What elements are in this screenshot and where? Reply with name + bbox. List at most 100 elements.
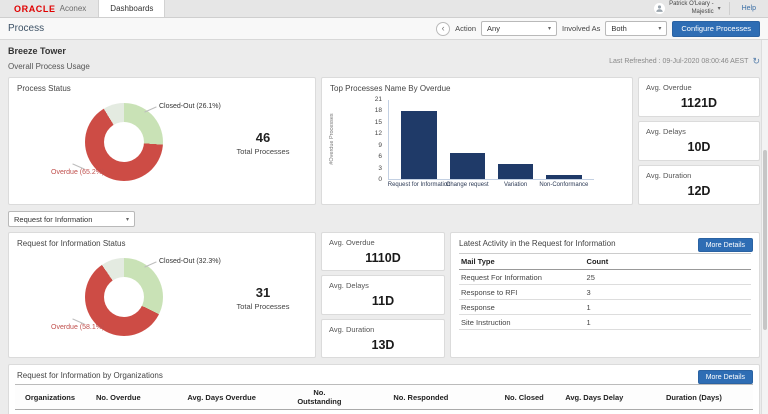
- chevron-down-icon: ▾: [717, 6, 721, 12]
- y-axis-tick: 21: [374, 96, 382, 103]
- y-axis-tick: 9: [378, 141, 382, 149]
- activity-row: Response 1: [459, 299, 751, 315]
- donut-hole: [104, 277, 144, 317]
- org-cell: 0: [347, 409, 495, 414]
- y-axis-label: #Overdue Processes: [329, 113, 335, 165]
- activity-cell: 1: [584, 314, 751, 330]
- overall-kpi-stack: Avg. Overdue 1121D Avg. Delays 10D Avg. Dura…: [638, 77, 760, 205]
- refresh-icon[interactable]: ↻: [752, 56, 760, 67]
- rfi-row: Request for Information Status Closed-Ou…: [8, 232, 760, 358]
- overdue-slice-label: Overdue (58.1%): [51, 324, 105, 331]
- activity-row: Response to RFI 3: [459, 284, 751, 300]
- org-column-header: Organizations: [15, 384, 86, 410]
- aconex-wordmark: Aconex: [59, 4, 87, 13]
- activity-column-header: Count: [584, 253, 751, 270]
- toolbar-controls: ‹ Action Any ▾ Involved As Both ▾ Config…: [436, 20, 760, 37]
- total-label: Total Processes: [236, 302, 290, 311]
- project-name: Breeze Tower: [8, 46, 66, 56]
- org-column-header: No. Overdue: [85, 384, 152, 410]
- kpi-value: 1121D: [680, 96, 718, 110]
- card-title: Request for Information Status: [17, 239, 126, 248]
- y-axis-tick: 12: [374, 130, 382, 138]
- activity-cell: Site Instruction: [459, 314, 585, 330]
- top-header: ORACLE Aconex Dashboards Patrick O'Leary…: [0, 0, 768, 18]
- context-row: Breeze Tower Overall Process Usage Last …: [8, 46, 760, 71]
- org-column-header: No. Outstanding: [291, 384, 348, 410]
- latest-activity-table: Mail Type Count Request For Information 25…: [459, 253, 751, 330]
- bar[interactable]: [546, 175, 582, 179]
- kpi-value: 13D: [371, 337, 395, 352]
- y-axis-ticks: 0 3 6 9 12 15 18 21: [368, 96, 386, 183]
- total-value: 46: [255, 130, 271, 145]
- bar-chart[interactable]: Request for Information Change request Var…: [388, 100, 594, 188]
- org-cell: Apex: [15, 409, 86, 414]
- user-menu[interactable]: Patrick O'Leary - Majestic ▾: [646, 0, 729, 17]
- action-selected-value: Any: [487, 24, 500, 33]
- bar[interactable]: [449, 152, 486, 179]
- total-label: Total Processes: [236, 147, 290, 156]
- oracle-wordmark: ORACLE: [14, 3, 56, 14]
- user-avatar-icon: [654, 3, 666, 14]
- overdue-slice-label: Overdue (65.2%): [51, 169, 105, 176]
- chevron-down-icon: ▾: [658, 26, 662, 32]
- process-type-select[interactable]: Request for Information ▾: [8, 211, 135, 227]
- bar[interactable]: [401, 111, 437, 179]
- card-title: Top Processes Name By Overdue: [330, 84, 451, 93]
- bar-column[interactable]: Non-Conformance: [539, 100, 588, 188]
- activity-row: Site Instruction 1: [459, 314, 751, 330]
- vertical-scrollbar[interactable]: [761, 40, 768, 414]
- kpi-card: Avg. Duration 12D: [638, 165, 760, 205]
- page-toolbar: Process ‹ Action Any ▾ Involved As Both …: [0, 18, 768, 40]
- org-cell: 0: [291, 409, 348, 414]
- activity-cell: 3: [584, 284, 751, 300]
- process-status-card: Process Status Closed-Out (26.1%) Overdu…: [8, 77, 316, 205]
- rfi-by-organizations-card: Request for Information by Organizations…: [8, 364, 760, 414]
- org-column-header: Avg. Days Overdue: [151, 384, 292, 410]
- bar-column[interactable]: Variation: [494, 100, 536, 188]
- kpi-label: Avg. Delays: [646, 127, 686, 136]
- bar-category-label: Change request: [446, 182, 489, 188]
- page-title: Process: [8, 23, 45, 34]
- kpi-label: Avg. Overdue: [646, 83, 692, 92]
- bar-column[interactable]: Change request: [446, 100, 489, 188]
- scrollbar-thumb[interactable]: [763, 150, 767, 330]
- activity-cell: Response to RFI: [459, 284, 585, 300]
- bar-category-label: Variation: [503, 182, 528, 188]
- tab-dashboards[interactable]: Dashboards: [98, 0, 166, 17]
- label-leader-line: [144, 261, 157, 268]
- org-column-header: Duration (Days): [634, 384, 753, 410]
- bar[interactable]: [497, 163, 534, 179]
- donut-hole: [104, 122, 144, 162]
- kpi-label: Avg. Overdue: [329, 238, 375, 247]
- org-cell: 78: [553, 409, 635, 414]
- activity-header-row: Mail Type Count: [459, 253, 751, 270]
- involved-as-selected-value: Both: [611, 24, 627, 33]
- involved-as-select[interactable]: Both ▾: [605, 21, 668, 36]
- dashboard-content: Breeze Tower Overall Process Usage Last …: [0, 40, 768, 414]
- more-details-button[interactable]: More Details: [697, 370, 753, 384]
- y-axis-tick: 3: [378, 164, 382, 172]
- bar-chart-plot: 0 3 6 9 12 15 18 21 Request for Information Chan…: [375, 96, 594, 188]
- process-type-selector-row: Request for Information ▾: [8, 211, 760, 227]
- configure-processes-button[interactable]: Configure Processes: [672, 20, 760, 37]
- kpi-value: 11D: [371, 294, 395, 309]
- bar-column[interactable]: Request for Information: [388, 100, 450, 188]
- dashboard-subtitle: Overall Process Usage: [8, 62, 90, 71]
- kpi-value: 1110D: [365, 251, 401, 265]
- more-details-button[interactable]: More Details: [697, 238, 753, 252]
- kpi-card: Avg. Delays 10D: [638, 121, 760, 161]
- kpi-value: 12D: [687, 184, 711, 198]
- oracle-aconex-logo: ORACLE Aconex: [0, 0, 98, 17]
- user-name: Patrick O'Leary - Majestic: [669, 0, 714, 15]
- org-cell: 14: [634, 409, 753, 414]
- help-link[interactable]: Help: [730, 0, 768, 17]
- organizations-table: Organizations No. Overdue Avg. Days Overdu…: [15, 384, 753, 414]
- card-title: Request for Information by Organizations: [17, 371, 163, 380]
- kpi-label: Avg. Duration: [646, 171, 692, 180]
- last-refreshed-text: Last Refreshed : 09-Jul-2020 08:00:46 AE…: [609, 58, 749, 65]
- kpi-card: Avg. Delays 11D: [321, 275, 445, 315]
- back-button[interactable]: ‹: [436, 21, 451, 36]
- activity-cell: 25: [584, 269, 751, 285]
- action-select[interactable]: Any ▾: [481, 21, 558, 36]
- org-header-row: Organizations No. Overdue Avg. Days Overdu…: [15, 384, 753, 410]
